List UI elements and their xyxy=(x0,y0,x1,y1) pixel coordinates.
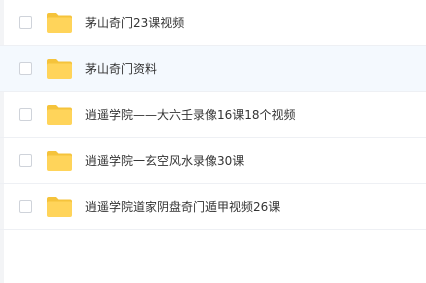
file-name[interactable]: 逍遥学院——大六壬录像16课18个视频 xyxy=(85,106,296,124)
folder-icon xyxy=(47,197,72,217)
file-name[interactable]: 逍遥学院一玄空风水录像30课 xyxy=(85,152,244,170)
list-item[interactable]: 逍遥学院——大六壬录像16课18个视频 xyxy=(0,92,426,138)
list-item[interactable]: 茅山奇门资料 xyxy=(0,46,426,92)
row-checkbox[interactable] xyxy=(19,62,32,75)
folder-icon xyxy=(47,105,72,125)
row-checkbox[interactable] xyxy=(19,16,32,29)
row-checkbox[interactable] xyxy=(19,200,32,213)
file-name[interactable]: 茅山奇门23课视频 xyxy=(85,14,184,32)
file-name[interactable]: 逍遥学院道家阴盘奇门遁甲视频26课 xyxy=(85,198,280,216)
row-checkbox[interactable] xyxy=(19,108,32,121)
file-list: 茅山奇门23课视频 茅山奇门资料 逍遥学院——大六壬录像16课18个视频 逍遥学… xyxy=(0,0,426,230)
row-checkbox[interactable] xyxy=(19,154,32,167)
folder-icon xyxy=(47,13,72,33)
folder-icon xyxy=(47,151,72,171)
file-name[interactable]: 茅山奇门资料 xyxy=(85,60,157,78)
list-item[interactable]: 逍遥学院一玄空风水录像30课 xyxy=(0,138,426,184)
file-browser: 茅山奇门23课视频 茅山奇门资料 逍遥学院——大六壬录像16课18个视频 逍遥学… xyxy=(0,0,426,283)
list-item[interactable]: 逍遥学院道家阴盘奇门遁甲视频26课 xyxy=(0,184,426,230)
list-item[interactable]: 茅山奇门23课视频 xyxy=(0,0,426,46)
folder-icon xyxy=(47,59,72,79)
